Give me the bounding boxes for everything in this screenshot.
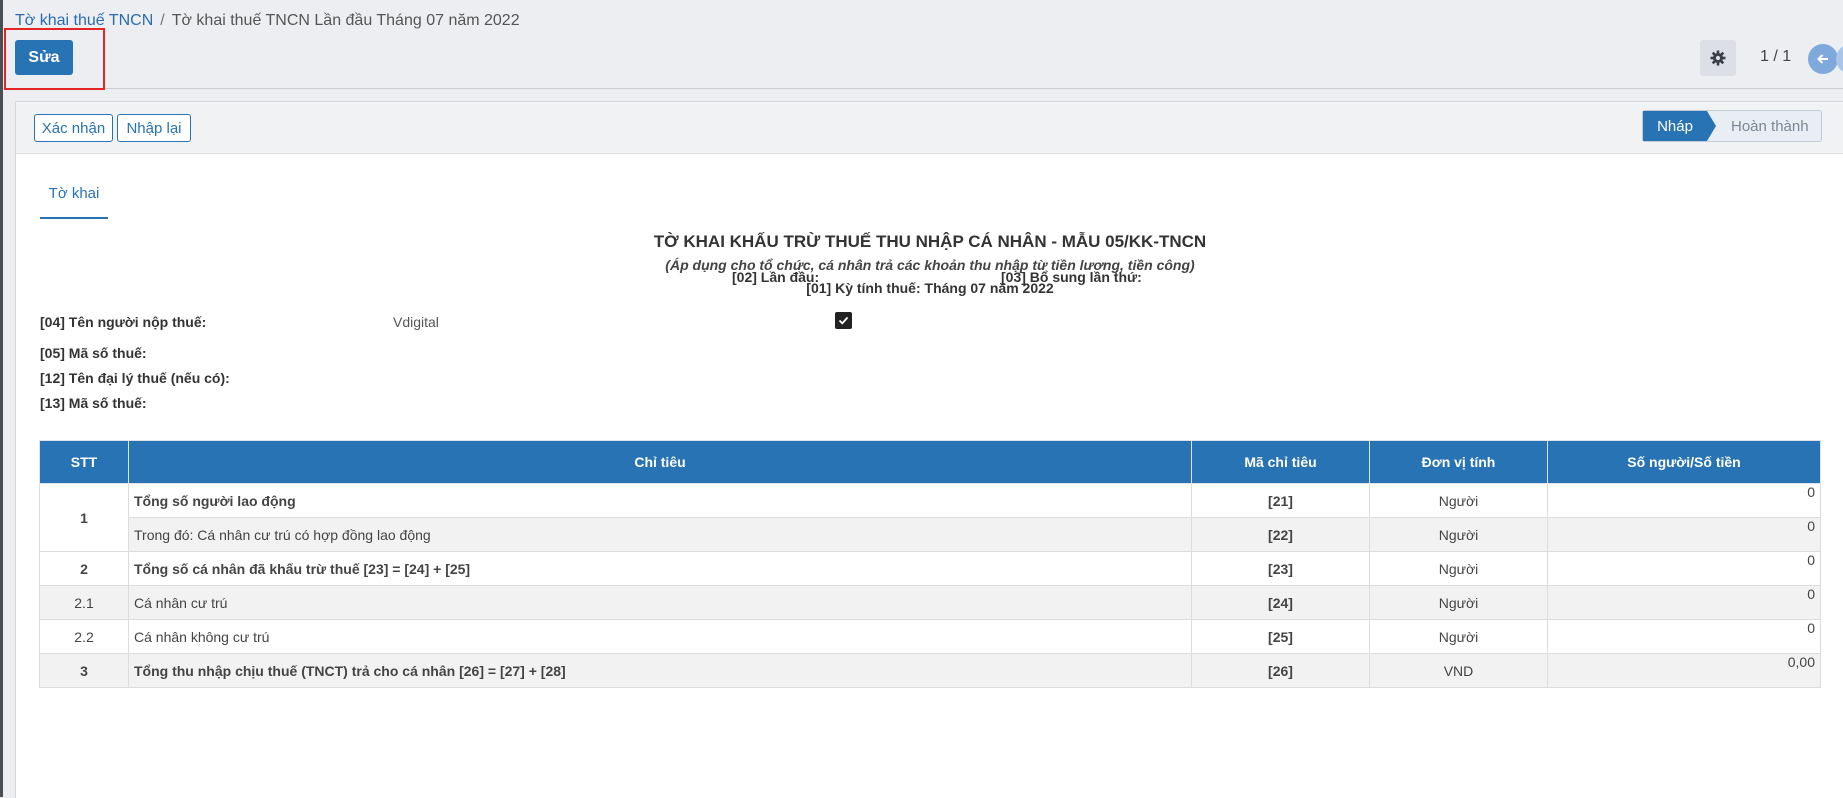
column-header: STT	[39, 440, 129, 484]
table-row: 3 Tổng thu nhập chịu thuế (TNCT) trả cho…	[39, 653, 1821, 688]
row-label: Cá nhân cư trú	[128, 585, 1192, 620]
row-stt: 3	[39, 653, 129, 688]
stage-draft[interactable]: Nháp	[1643, 111, 1707, 141]
row-unit: Người	[1369, 619, 1548, 654]
row-label: Tổng số cá nhân đã khấu trừ thuế [23] = …	[128, 551, 1192, 586]
breadcrumb: Tờ khai thuế TNCN / Tờ khai thuế TNCN Lần …	[15, 12, 520, 30]
supplement-label: [03] Bổ sung lần thứ:	[1001, 269, 1142, 285]
row-stt: 1	[39, 483, 129, 552]
edit-button[interactable]: Sửa	[15, 40, 73, 75]
settings-button[interactable]	[1700, 40, 1736, 76]
gear-icon	[1710, 50, 1726, 66]
row-stt: 2.1	[39, 585, 129, 620]
row-unit: Người	[1369, 585, 1548, 620]
stage-arrow	[1707, 111, 1716, 141]
column-header: Mã chỉ tiêu	[1191, 440, 1370, 484]
row-value[interactable]: 0	[1547, 619, 1821, 654]
row-value[interactable]: 0,00	[1547, 653, 1821, 688]
row-code: [23]	[1191, 551, 1370, 586]
taxpayer-name-value: Vdigital	[393, 314, 439, 330]
stage-bar: Nháp Hoàn thành	[1642, 110, 1822, 142]
row-value[interactable]: 0	[1547, 483, 1821, 518]
confirm-button[interactable]: Xác nhận	[34, 114, 113, 142]
tax-table: STT Chỉ tiêu Mã chỉ tiêu Đơn vị tính Số …	[39, 440, 1821, 688]
table-row: 2.1 Cá nhân cư trú [24] Người 0	[39, 585, 1821, 620]
row-value[interactable]: 0	[1547, 551, 1821, 586]
table-row: 2 Tổng số cá nhân đã khấu trừ thuế [23] …	[39, 551, 1821, 586]
row-code: [25]	[1191, 619, 1370, 654]
table-row: 1 Tổng số người lao động [21] Người 0	[39, 483, 1821, 552]
pager-next-button[interactable]	[1836, 44, 1843, 74]
row-value[interactable]: 0	[1547, 585, 1821, 620]
row-code: [21]	[1191, 483, 1370, 518]
pager-previous-button[interactable]	[1808, 44, 1838, 74]
row-unit: Người	[1369, 483, 1548, 518]
tax-period: [01] Kỳ tính thuế: Tháng 07 năm 2022	[806, 280, 1054, 296]
first-time-label: [02] Lần đầu:	[732, 269, 820, 285]
row-label: Tổng số người lao động	[128, 483, 1192, 518]
row-unit: VND	[1369, 653, 1548, 688]
form-subtitle: (Áp dụng cho tổ chức, cá nhân trả các kh…	[665, 257, 1195, 273]
agent-name-label: [12] Tên đại lý thuế (nếu có):	[40, 370, 230, 386]
row-code: [22]	[1191, 517, 1370, 552]
table-header-row: STT Chỉ tiêu Mã chỉ tiêu Đơn vị tính Số …	[39, 440, 1821, 484]
statusbar: Xác nhận Nhập lại Nháp Hoàn thành	[16, 102, 1843, 154]
tab-declaration[interactable]: Tờ khai	[40, 185, 108, 219]
tax-code-label: [05] Mã số thuế:	[40, 345, 147, 361]
breadcrumb-parent-link[interactable]: Tờ khai thuế TNCN	[15, 12, 153, 29]
first-time-checkbox[interactable]	[835, 312, 852, 329]
row-label: Tổng thu nhập chịu thuế (TNCT) trả cho c…	[128, 653, 1192, 688]
stage-done[interactable]: Hoàn thành	[1731, 111, 1809, 141]
breadcrumb-current: Tờ khai thuế TNCN Lần đầu Tháng 07 năm 2…	[171, 12, 520, 29]
window-edge	[0, 0, 3, 797]
check-icon	[838, 316, 849, 325]
control-panel: Tờ khai thuế TNCN / Tờ khai thuế TNCN Lần …	[3, 0, 1843, 90]
row-code: [26]	[1191, 653, 1370, 688]
agent-tax-code-label: [13] Mã số thuế:	[40, 395, 147, 411]
reset-button[interactable]: Nhập lại	[117, 114, 191, 142]
taxpayer-name-label: [04] Tên người nộp thuế:	[40, 314, 207, 330]
form-sheet: Xác nhận Nhập lại Nháp Hoàn thành Tờ kha…	[15, 101, 1843, 798]
pager-value: 1 / 1	[1760, 48, 1792, 65]
row-unit: Người	[1369, 551, 1548, 586]
row-value[interactable]: 0	[1547, 517, 1821, 552]
column-header: Đơn vị tính	[1369, 440, 1548, 484]
column-header: Chỉ tiêu	[128, 440, 1192, 484]
form-title: TỜ KHAI KHẤU TRỪ THUẾ THU NHẬP CÁ NHÂN -…	[653, 232, 1207, 251]
table-row: Trong đó: Cá nhân cư trú có hợp đồng lao…	[40, 517, 1821, 552]
row-stt: 2	[39, 551, 129, 586]
row-unit: Người	[1369, 517, 1548, 552]
row-stt: 2.2	[39, 619, 129, 654]
column-header: Số người/Số tiền	[1547, 440, 1821, 484]
row-label: Cá nhân không cư trú	[128, 619, 1192, 654]
breadcrumb-separator: /	[160, 12, 165, 29]
row-code: [24]	[1191, 585, 1370, 620]
table-row: 2.2 Cá nhân không cư trú [25] Người 0	[39, 619, 1821, 654]
row-label: Trong đó: Cá nhân cư trú có hợp đồng lao…	[128, 517, 1192, 552]
arrow-left-icon	[1817, 54, 1828, 64]
